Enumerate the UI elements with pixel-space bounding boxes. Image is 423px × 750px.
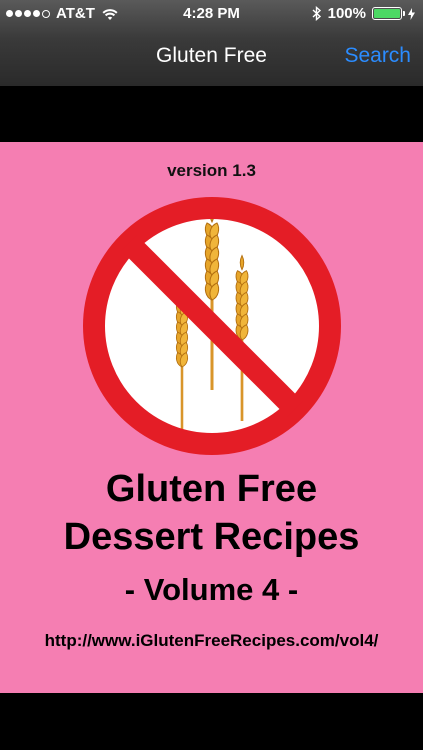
battery-percent: 100% bbox=[327, 5, 366, 22]
book-cover: version 1.3 Gluten Free Dessert Recipes … bbox=[0, 142, 423, 693]
no-gluten-wheat-icon bbox=[83, 197, 341, 455]
book-title-line1: Gluten Free bbox=[105, 468, 318, 510]
search-button[interactable]: Search bbox=[344, 44, 411, 68]
volume-label: - Volume 4 - bbox=[124, 572, 299, 607]
website-url: http://www.iGlutenFreeRecipes.com/vol4/ bbox=[44, 631, 379, 650]
status-bar: AT&T 4:28 PM 100% bbox=[0, 0, 423, 28]
charging-icon bbox=[408, 7, 415, 20]
book-title-line2: Dessert Recipes bbox=[63, 516, 360, 558]
status-right: 100% bbox=[312, 5, 415, 22]
bluetooth-icon bbox=[312, 6, 321, 21]
battery-icon bbox=[372, 7, 405, 20]
navigation-bar: AT&T 4:28 PM 100% Gluten Free Search bbox=[0, 0, 423, 86]
version-label: version 1.3 bbox=[167, 161, 256, 180]
